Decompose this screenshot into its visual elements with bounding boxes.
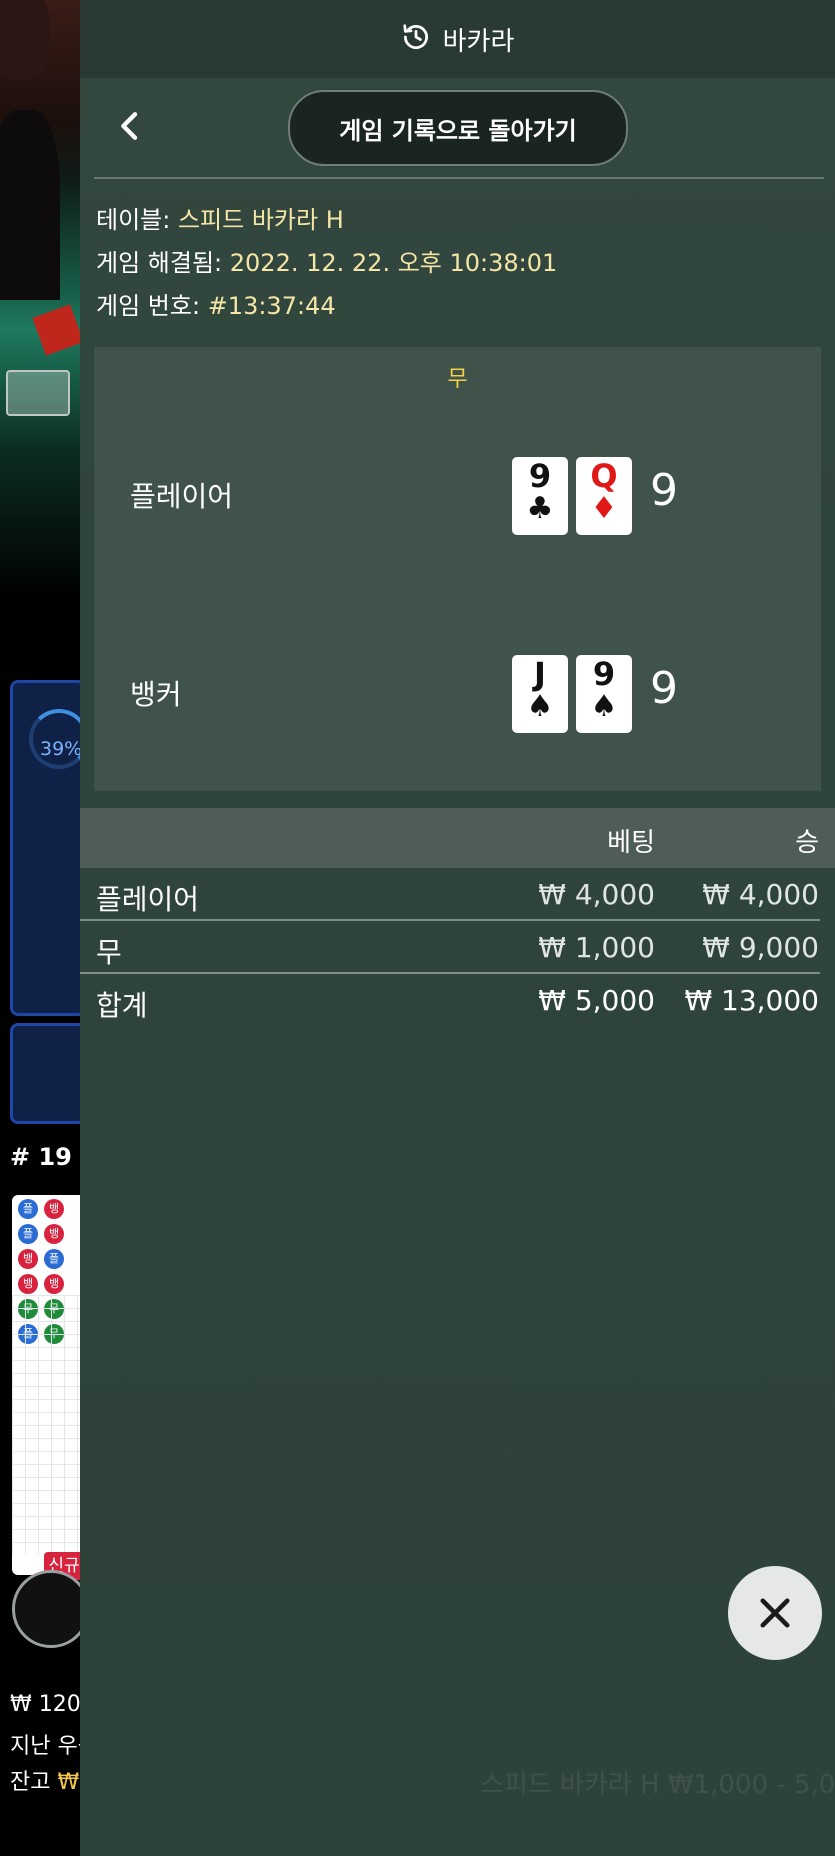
meta-resolved-label: 게임 해결됨: [96, 249, 223, 277]
result-outcome: 무 [447, 367, 468, 392]
banker-score: 9 [650, 663, 678, 714]
player-hand-label: 플레이어 [130, 480, 234, 513]
divider [94, 177, 824, 179]
balance-label: 잔고 [10, 1770, 51, 1795]
meta-resolved: 게임 해결됨: 2022. 12. 22. 오후 10:38:01 [96, 243, 557, 278]
dealer-video [0, 0, 80, 600]
close-icon [760, 1598, 790, 1628]
close-button[interactable] [728, 1566, 822, 1660]
road-grid [12, 1295, 80, 1555]
dealer-body [0, 110, 60, 300]
player-card-2: Q ♦ [576, 457, 632, 535]
road-bead: 뱅 [44, 1199, 64, 1219]
banker-card-2: 9 ♠ [576, 655, 632, 733]
banker-hand-label: 뱅커 [130, 678, 182, 711]
panel-header: 바카라 [80, 0, 835, 78]
road-bead: 뱅 [44, 1274, 64, 1294]
bet-row-bet: ₩ 1,000 [538, 931, 655, 964]
meta-round-value: #13:37:44 [207, 292, 336, 320]
player-card-1: 9 ♣ [512, 457, 568, 535]
meta-table-label: 테이블: [96, 206, 171, 234]
bet-row-name: 플레이어 [96, 883, 200, 916]
road-bead: 뱅 [18, 1249, 38, 1269]
bet-row-win: ₩ 4,000 [702, 878, 819, 911]
road-bead: 플 [18, 1224, 38, 1244]
meta-round-label: 게임 번호: [96, 292, 201, 320]
chip-stack-button[interactable] [12, 1570, 90, 1648]
bets-col-bet: 베팅 [607, 828, 655, 858]
road-bead: 뱅 [44, 1224, 64, 1244]
back-to-history-button[interactable]: 게임 기록으로 돌아가기 [288, 90, 628, 166]
table-row: 플레이어 ₩ 4,000 ₩ 4,000 [80, 868, 835, 920]
player-bet-spot[interactable] [10, 680, 80, 1016]
panel-title: 바카라 [442, 26, 515, 57]
result-card: 무 플레이어 9 ♣ Q ♦ 9 뱅커 J ♠ 9 ♠ 9 [94, 347, 821, 791]
total-win: ₩ 13,000 [684, 984, 819, 1017]
meta-resolved-value: 2022. 12. 22. 오후 10:38:01 [229, 249, 558, 277]
bets-col-win: 승 [795, 828, 819, 858]
banker-card-1: J ♠ [512, 655, 568, 733]
player-score: 9 [650, 465, 678, 516]
bet-row-bet: ₩ 4,000 [538, 878, 655, 911]
road-bead: 플 [44, 1249, 64, 1269]
back-chevron-icon[interactable] [110, 106, 150, 146]
meta-table-value: 스피드 바카라 H [177, 206, 344, 234]
round-number: # 19 [10, 1143, 72, 1171]
history-icon [401, 22, 431, 56]
meta-table: 테이블: 스피드 바카라 H [96, 200, 344, 235]
total-row: 합계 ₩ 5,000 ₩ 13,000 [80, 974, 835, 1026]
table-row: 무 ₩ 1,000 ₩ 9,000 [80, 921, 835, 973]
scoreboard-road[interactable]: 플뱅플뱅뱅플뱅뱅무무플무 [12, 1195, 80, 1575]
dealer-head [0, 0, 50, 80]
total-label: 합계 [96, 989, 148, 1022]
meta-round: 게임 번호: #13:37:44 [96, 286, 336, 321]
card-shoe [6, 370, 70, 416]
bet-row-win: ₩ 9,000 [702, 931, 819, 964]
cut-card [32, 304, 80, 356]
bet-row-name: 무 [96, 936, 122, 969]
road-bead: 뱅 [18, 1274, 38, 1294]
progress-percent: 39% [40, 738, 83, 760]
bets-table-header: 베팅 승 [80, 808, 835, 868]
side-bet-spot[interactable] [10, 1023, 80, 1124]
total-bet: ₩ 5,000 [538, 984, 655, 1017]
road-bead: 플 [18, 1199, 38, 1219]
back-row: 게임 기록으로 돌아가기 [80, 78, 835, 174]
